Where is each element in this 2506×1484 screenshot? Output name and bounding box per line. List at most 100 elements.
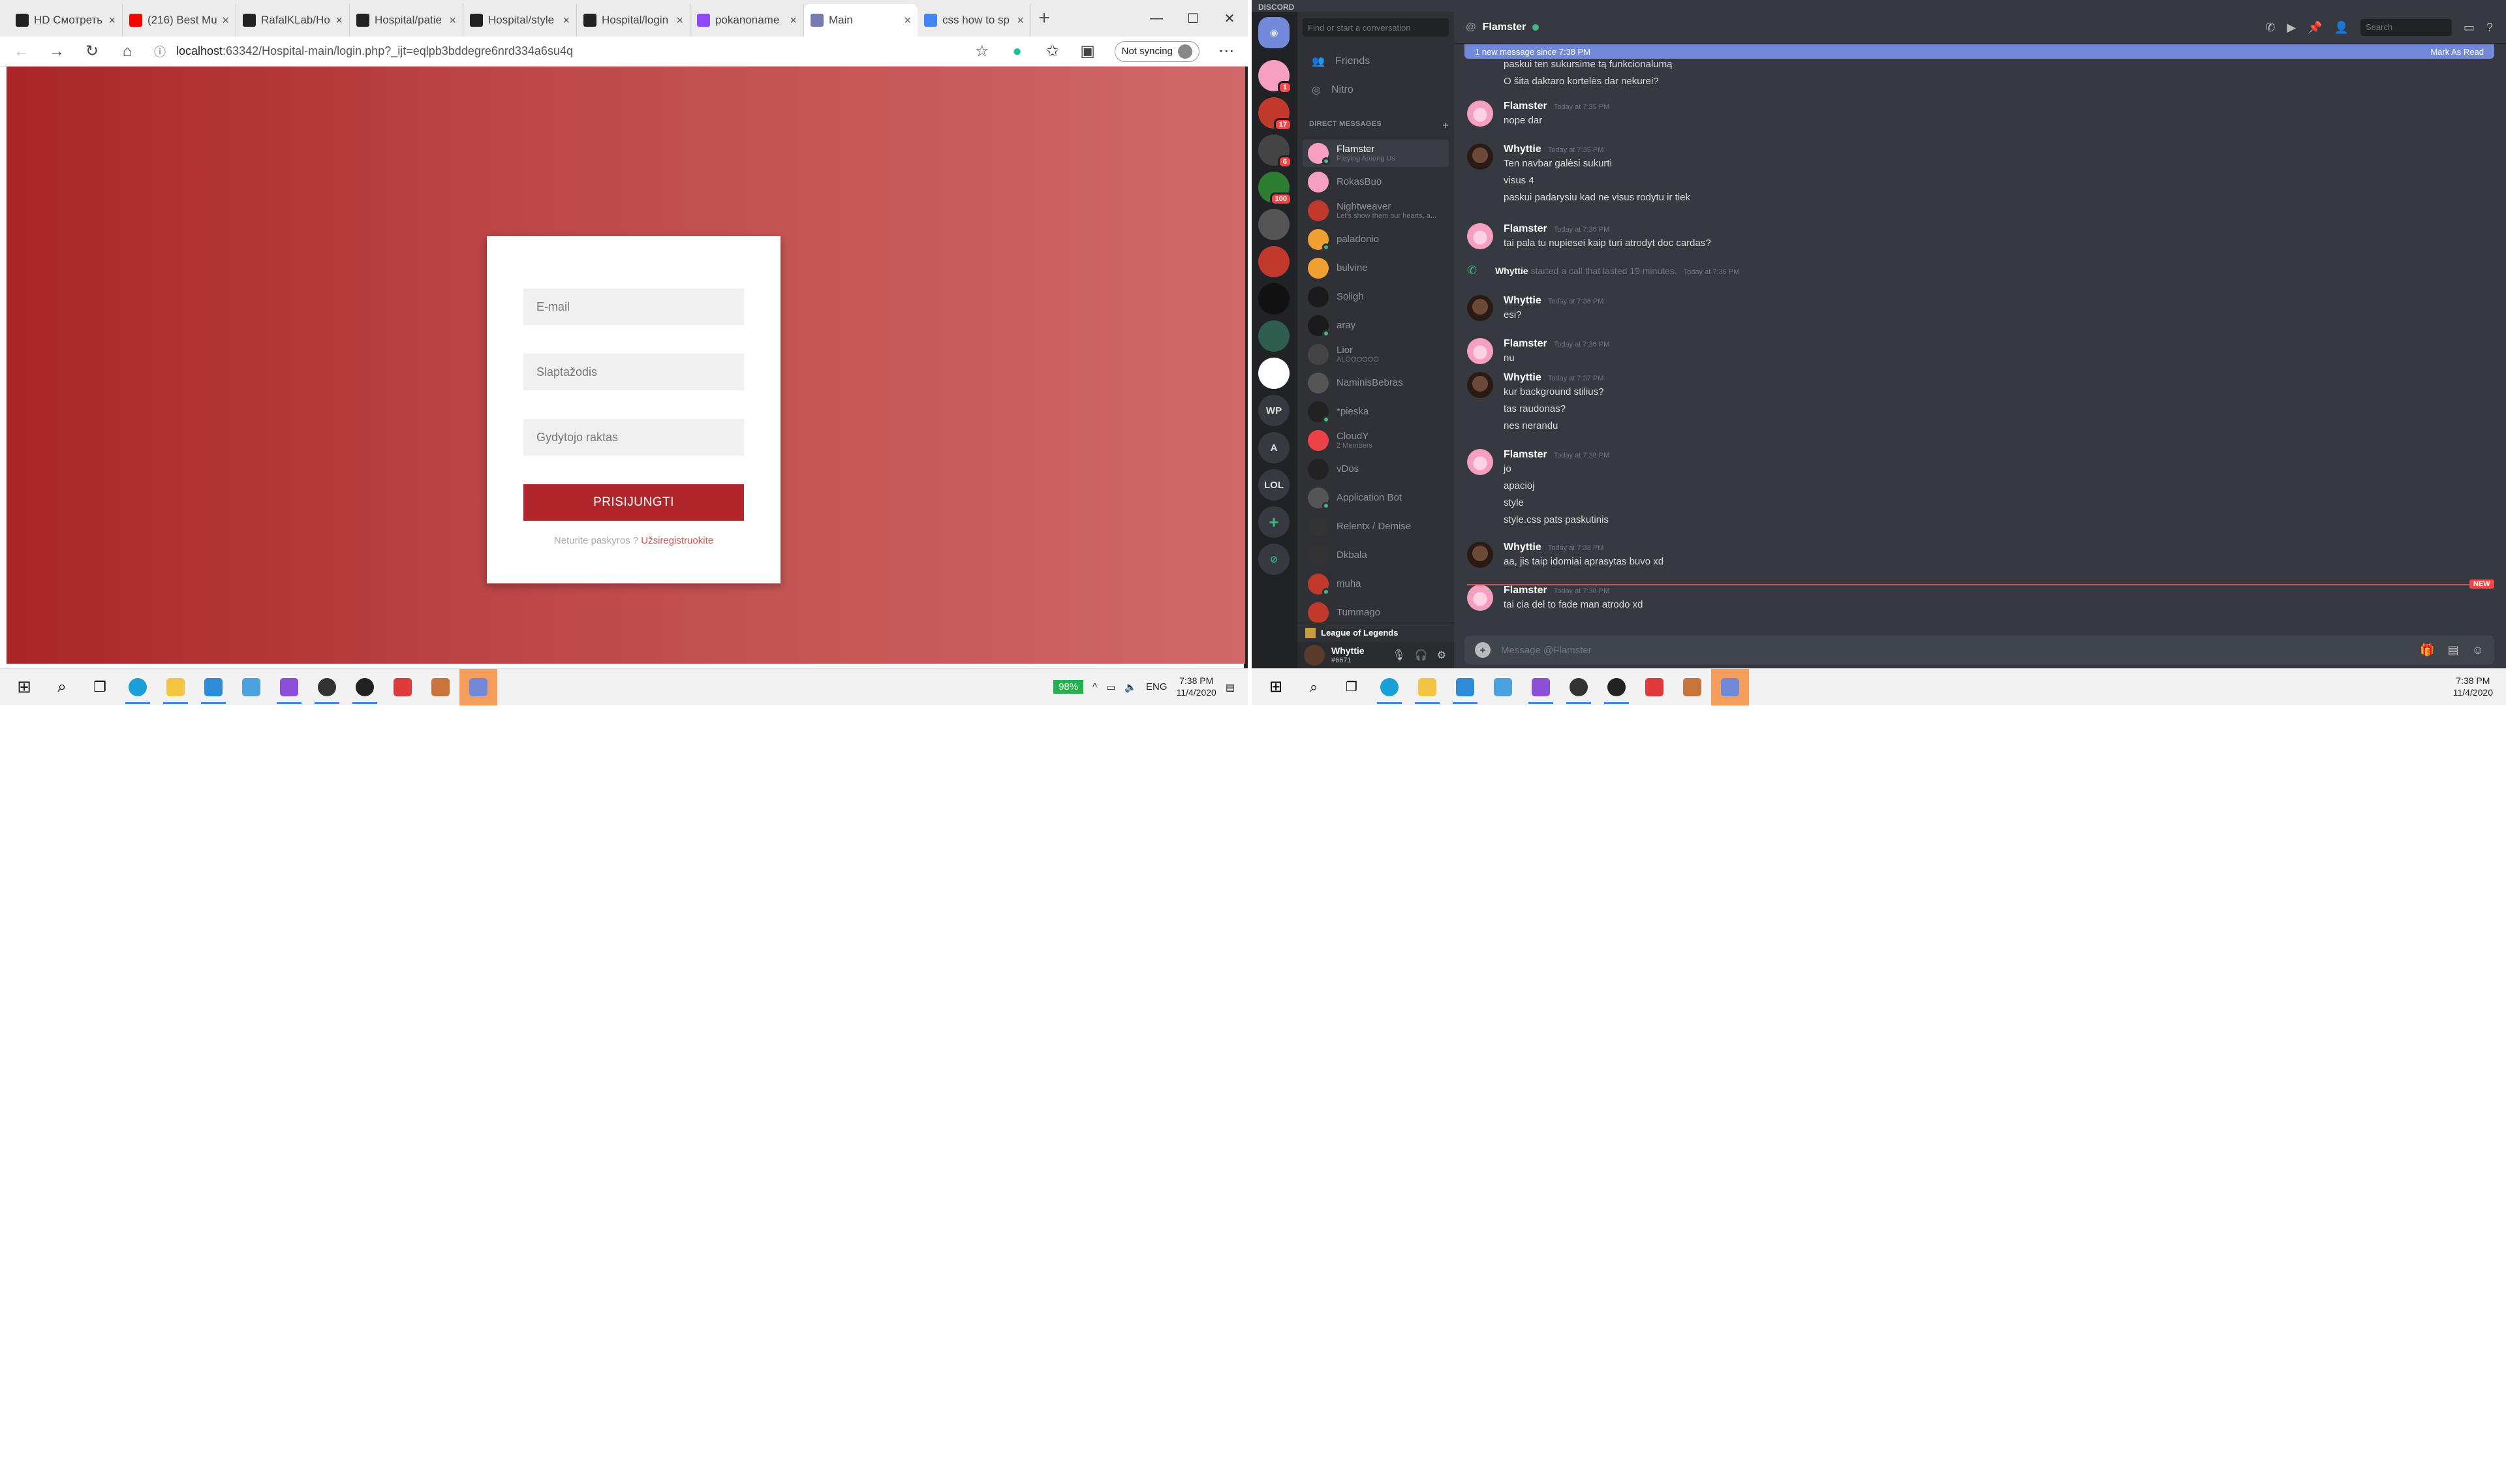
mic-icon[interactable]: 🎙 <box>1392 649 1405 662</box>
message-author[interactable]: Flamster <box>1504 223 1547 234</box>
discord-taskbar-icon-2[interactable] <box>1711 668 1749 705</box>
home-icon[interactable]: ⌂ <box>119 42 136 61</box>
more-menu-icon[interactable]: ⋯ <box>1218 42 1235 61</box>
mark-read-button[interactable]: Mark As Read <box>2430 47 2484 57</box>
nav-nitro[interactable]: ◎ Nitro <box>1303 77 1449 103</box>
task-view-icon-2[interactable]: ❐ <box>1333 669 1370 705</box>
close-window-icon[interactable]: ✕ <box>1211 10 1248 27</box>
tray-chevron-icon[interactable]: ^ <box>1092 681 1097 692</box>
message-author[interactable]: Whyttie <box>1504 295 1541 306</box>
video-icon[interactable]: ▶ <box>2287 21 2296 35</box>
volume-icon[interactable]: 🔈 <box>1124 681 1137 693</box>
browser-tab[interactable]: Hospital/style × <box>463 4 577 37</box>
discord-taskbar-icon[interactable] <box>459 668 497 705</box>
network-icon[interactable]: ▭ <box>1106 681 1115 693</box>
browser-tab[interactable]: css how to sp × <box>918 4 1031 37</box>
message-author[interactable]: Flamster <box>1504 338 1547 349</box>
doctor-key-input[interactable]: Gydytojo raktas <box>523 419 744 456</box>
server-icon[interactable] <box>1258 283 1290 315</box>
attach-plus-icon[interactable]: + <box>1475 642 1491 658</box>
sync-button[interactable]: Not syncing <box>1114 40 1199 62</box>
app-blue-icon[interactable] <box>232 669 270 705</box>
server-icon[interactable]: 17 <box>1258 97 1292 131</box>
message-avatar[interactable] <box>1467 372 1493 398</box>
message-author[interactable]: Whyttie <box>1504 542 1541 553</box>
clock-2[interactable]: 7:38 PM 11/4/2020 <box>2453 675 2493 698</box>
explore-servers-icon[interactable]: ⊘ <box>1258 544 1290 575</box>
message-avatar[interactable] <box>1467 338 1493 364</box>
lang-indicator[interactable]: ENG <box>1146 681 1168 692</box>
file-explorer-icon[interactable] <box>157 669 194 705</box>
app-dark-icon[interactable] <box>308 669 346 705</box>
register-link[interactable]: Užsiregistruokite <box>641 535 713 546</box>
password-input[interactable]: Slaptažodis <box>523 354 744 390</box>
server-icon[interactable]: 1 <box>1258 60 1292 94</box>
app-dark-icon-2[interactable] <box>1560 669 1598 705</box>
pin-icon[interactable]: 📌 <box>2308 21 2322 35</box>
back-icon[interactable]: ← <box>13 42 30 61</box>
message-author[interactable]: Whyttie <box>1504 372 1541 383</box>
message-avatar[interactable] <box>1467 585 1493 611</box>
browser-tab[interactable]: Main × <box>804 4 918 37</box>
minimize-icon[interactable]: — <box>1138 11 1175 26</box>
clock[interactable]: 7:38 PM 11/4/2020 <box>1177 675 1216 698</box>
help-icon[interactable]: ? <box>2486 21 2493 35</box>
server-icon-lol[interactable]: LOL <box>1258 469 1290 501</box>
close-tab-icon[interactable]: × <box>335 14 343 27</box>
server-icon[interactable]: 6 <box>1258 134 1292 168</box>
message-avatar[interactable] <box>1467 449 1493 475</box>
start-icon[interactable]: ⊞ <box>5 669 43 705</box>
server-icon-a[interactable]: A <box>1258 432 1290 463</box>
task-view-icon[interactable]: ❐ <box>81 669 119 705</box>
start-icon-2[interactable]: ⊞ <box>1257 669 1295 705</box>
voice-channel-bar[interactable]: League of Legends <box>1297 623 1454 642</box>
close-tab-icon[interactable]: × <box>1017 14 1024 27</box>
message-composer[interactable]: + Message @Flamster 🎁 ▤ ☺ <box>1464 636 2494 664</box>
dm-item[interactable]: vDos <box>1303 456 1449 483</box>
emoji-icon[interactable]: ☺ <box>2472 643 2484 657</box>
dm-item[interactable]: Nightweaver Let's show them our hearts, a… <box>1303 197 1449 224</box>
dm-item[interactable]: NaminisBebras <box>1303 369 1449 397</box>
inbox-icon[interactable]: ▭ <box>2464 21 2475 35</box>
dm-item[interactable]: Lior ALOOOOOO <box>1303 341 1449 368</box>
dm-search-input[interactable]: Find or start a conversation <box>1303 18 1449 37</box>
address-bar[interactable]: ⓘ localhost:63342/Hospital-main/login.ph… <box>154 43 955 60</box>
server-icon[interactable] <box>1258 358 1290 389</box>
app-l-icon-2[interactable] <box>1446 669 1484 705</box>
browser-tab[interactable]: HD Смотреть фи × <box>9 4 123 37</box>
discord-home-icon[interactable]: ◉ <box>1258 17 1290 48</box>
message-avatar[interactable] <box>1467 144 1493 170</box>
app-skull-icon[interactable] <box>346 669 384 705</box>
dm-item[interactable]: *pieska <box>1303 398 1449 425</box>
search-icon[interactable]: ⌕ <box>43 669 81 705</box>
maximize-icon[interactable]: ☐ <box>1175 10 1211 27</box>
close-tab-icon[interactable]: × <box>904 14 911 27</box>
dm-item[interactable]: CloudY 2 Members <box>1303 427 1449 454</box>
browser-tab[interactable]: RafalKLab/Ho × <box>236 4 350 37</box>
app-red-icon[interactable] <box>384 669 422 705</box>
edge-icon[interactable] <box>119 669 157 705</box>
message-avatar[interactable] <box>1467 223 1493 249</box>
close-tab-icon[interactable]: × <box>222 14 229 27</box>
server-icon[interactable] <box>1258 320 1290 352</box>
forward-icon[interactable]: → <box>48 42 65 61</box>
browser-tab[interactable]: Hospital/login × <box>577 4 690 37</box>
dm-item[interactable]: paladonio <box>1303 226 1449 253</box>
message-avatar[interactable] <box>1467 100 1493 127</box>
message-avatar[interactable] <box>1467 295 1493 321</box>
gif-icon[interactable]: ▤ <box>2448 643 2459 657</box>
dm-item[interactable]: muha <box>1303 570 1449 598</box>
dm-item[interactable]: Soligh <box>1303 283 1449 311</box>
headphones-icon[interactable]: 🎧 <box>1415 649 1428 662</box>
file-explorer-icon-2[interactable] <box>1408 669 1446 705</box>
browser-tab[interactable]: pokanoname × <box>690 4 804 37</box>
close-tab-icon[interactable]: × <box>790 14 797 27</box>
gift-icon[interactable]: 🎁 <box>2420 643 2434 657</box>
reload-icon[interactable]: ↻ <box>84 42 101 61</box>
dm-item[interactable]: bulvine <box>1303 255 1449 282</box>
dm-item[interactable]: Relentx / Demise <box>1303 513 1449 540</box>
dm-item[interactable]: Application Bot <box>1303 484 1449 512</box>
dm-item[interactable]: Dkbala <box>1303 542 1449 569</box>
new-messages-bar[interactable]: 1 new message since 7:38 PM Mark As Read <box>1464 44 2494 59</box>
call-icon[interactable]: ✆ <box>2265 21 2275 35</box>
